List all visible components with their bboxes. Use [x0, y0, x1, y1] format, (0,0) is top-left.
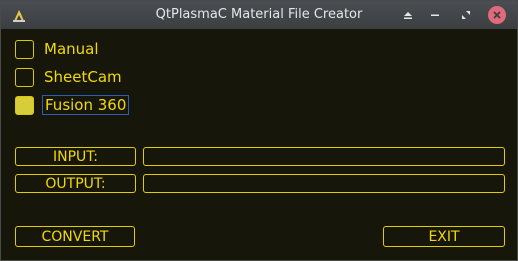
main-content: Manual SheetCam Fusion 360 INPUT: OUTPUT… — [1, 29, 517, 260]
sheetcam-checkbox[interactable] — [15, 67, 34, 87]
manual-checkbox[interactable] — [15, 39, 34, 59]
source-option-fusion360[interactable]: Fusion 360 — [15, 94, 130, 116]
convert-button[interactable]: CONVERT — [15, 226, 135, 247]
input-button[interactable]: INPUT: — [15, 147, 136, 166]
sheetcam-label[interactable]: SheetCam — [42, 68, 124, 86]
minimize-icon[interactable] — [426, 6, 444, 24]
source-option-sheetcam[interactable]: SheetCam — [15, 66, 124, 88]
close-icon[interactable] — [488, 6, 506, 24]
output-button[interactable]: OUTPUT: — [15, 174, 136, 193]
app-window: QtPlasmaC Material File Creator Manual S… — [0, 0, 518, 261]
fusion360-checkbox[interactable] — [15, 95, 34, 115]
shade-icon[interactable] — [399, 6, 417, 24]
source-option-manual[interactable]: Manual — [15, 38, 101, 60]
title-bar[interactable]: QtPlasmaC Material File Creator — [1, 1, 517, 29]
input-path-field[interactable] — [143, 147, 505, 166]
maximize-icon[interactable] — [457, 6, 475, 24]
output-path-field[interactable] — [143, 174, 505, 193]
fusion360-label[interactable]: Fusion 360 — [42, 95, 130, 115]
manual-label[interactable]: Manual — [42, 40, 101, 58]
exit-button[interactable]: EXIT — [383, 226, 505, 247]
